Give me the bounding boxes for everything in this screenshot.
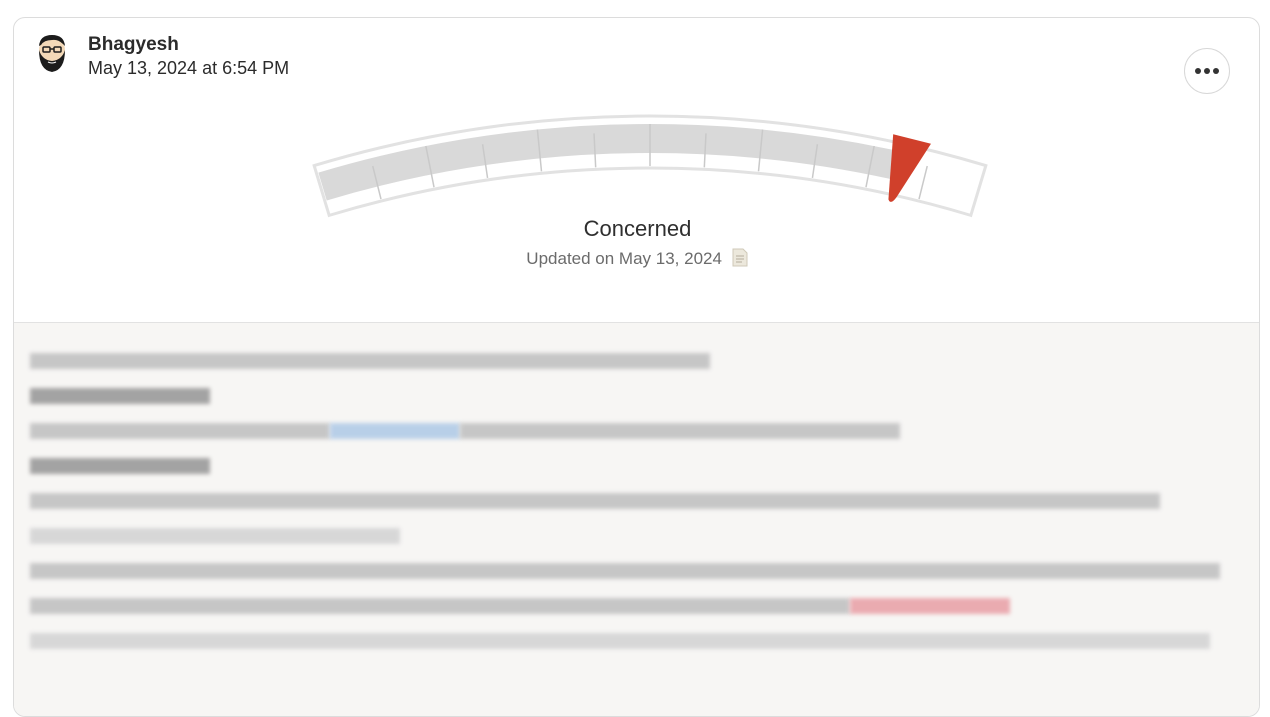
obscured-highlight bbox=[850, 598, 1010, 614]
post-body-obscured bbox=[14, 322, 1259, 716]
obscured-text bbox=[460, 423, 900, 439]
obscured-text bbox=[30, 528, 400, 544]
obscured-text bbox=[30, 598, 850, 614]
obscured-text bbox=[30, 423, 330, 439]
obscured-text bbox=[30, 493, 1160, 509]
obscured-text-line bbox=[14, 419, 1259, 441]
obscured-text-line bbox=[14, 384, 1259, 406]
obscured-text bbox=[30, 458, 210, 474]
obscured-text-line bbox=[14, 524, 1259, 546]
status-updated-text: Updated on May 13, 2024 bbox=[526, 249, 722, 268]
note-icon[interactable] bbox=[731, 248, 749, 267]
status-label: Concerned bbox=[583, 216, 692, 241]
obscured-text-line bbox=[14, 489, 1259, 511]
obscured-text-line bbox=[14, 454, 1259, 476]
obscured-text bbox=[30, 353, 710, 369]
status-update-card: Bhagyesh May 13, 2024 at 6:54 PM Concern… bbox=[13, 17, 1260, 717]
obscured-text bbox=[30, 563, 1220, 579]
obscured-link[interactable] bbox=[330, 423, 460, 439]
status-updated: Updated on May 13, 2024 bbox=[14, 248, 1259, 269]
obscured-text-line bbox=[14, 349, 1259, 371]
obscured-text bbox=[30, 388, 210, 404]
obscured-text bbox=[30, 633, 1210, 649]
obscured-text-line bbox=[14, 559, 1259, 581]
obscured-text-line bbox=[14, 629, 1259, 651]
obscured-text-line bbox=[14, 594, 1259, 616]
status-gauge-section: Concerned Updated on May 13, 2024 bbox=[14, 18, 1259, 323]
